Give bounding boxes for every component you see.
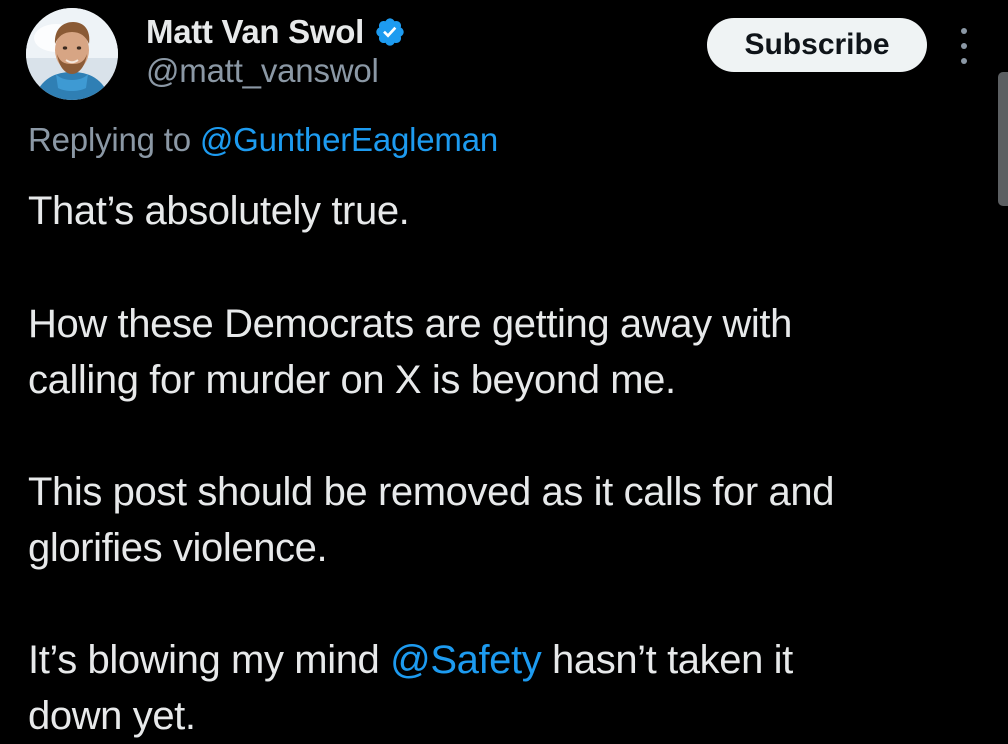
scrollbar[interactable] [998,72,1008,206]
post-text: glorifies violence. [28,526,328,570]
avatar[interactable] [26,8,118,100]
post-text: That’s absolutely true. [28,189,410,233]
author-name-row: Matt Van Swol [146,12,406,52]
author-handle[interactable]: @matt_vanswol [146,52,379,90]
post-paragraph-3: This post should be removed as it calls … [28,464,988,576]
post-text: How these Democrats are getting away wit… [28,302,792,346]
more-dot [961,58,967,64]
post-text: It’s blowing my mind [28,638,391,682]
post-text: This post should be removed as it calls … [28,470,835,514]
more-dot [961,43,967,49]
post: Matt Van Swol @matt_vanswol Subscribe Re… [0,0,1008,738]
more-vertical-icon[interactable] [950,28,978,64]
post-paragraph-2: How these Democrats are getting away wit… [28,296,988,408]
replying-to-line: Replying to @GuntherEagleman [28,121,498,159]
post-text: hasn’t taken it [541,638,793,682]
post-text: calling for murder on X is beyond me. [28,358,676,402]
reply-target-mention[interactable]: @GuntherEagleman [200,121,498,158]
more-dot [961,28,967,34]
safety-mention[interactable]: @Safety [390,638,542,682]
verified-badge-icon[interactable] [374,16,406,48]
subscribe-button[interactable]: Subscribe [707,18,927,72]
display-name[interactable]: Matt Van Swol [146,13,364,51]
replying-to-label: Replying to [28,121,191,158]
post-paragraph-1: That’s absolutely true. [28,183,988,239]
post-paragraph-4: It’s blowing my mind @Safety hasn’t take… [28,632,988,744]
post-text: down yet. [28,694,196,738]
